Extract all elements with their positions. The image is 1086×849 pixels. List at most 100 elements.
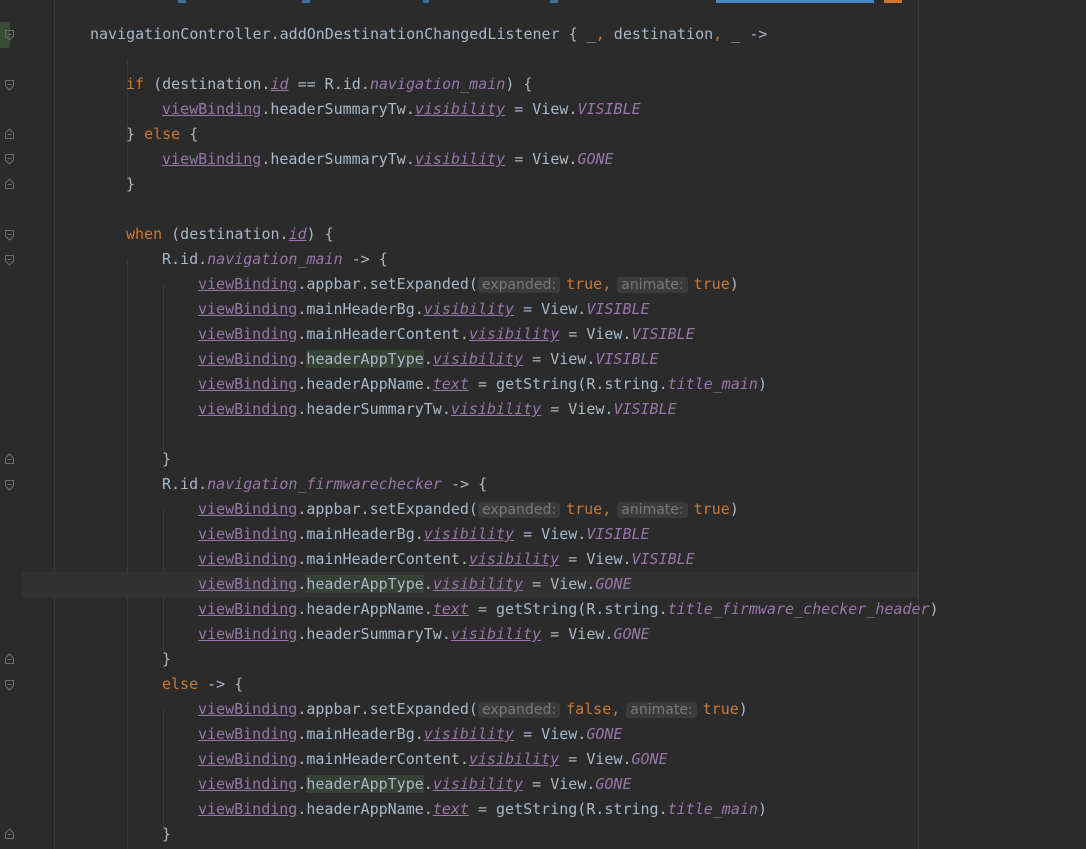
fold-open-icon[interactable] [5,30,14,41]
code-text: -> { [342,250,388,268]
code-line-10[interactable]: viewBinding.mainHeaderBg.visibility = Vi… [198,297,650,322]
code-property: visibility [432,350,524,368]
active-tab-indicator[interactable] [716,0,874,3]
code-line-17[interactable]: viewBinding.appbar.setExpanded(expanded:… [198,497,739,522]
code-variable: viewBinding [198,725,298,743]
code-text: -> { [441,475,488,493]
indent-guide [54,0,55,849]
fold-close-icon[interactable] [5,653,14,664]
parameter-hint: animate: [617,502,688,518]
code-constant: navigation_main [207,250,343,268]
code-text: .headerAppName. [297,800,433,818]
code-variable: viewBinding [198,500,298,518]
fold-close-icon[interactable] [5,828,14,839]
code-line-21[interactable]: viewBinding.headerAppName.text = getStri… [198,597,939,622]
code-line-24[interactable]: else -> { [162,672,243,697]
tab-indicator[interactable] [884,0,902,3]
tab-indicator[interactable] [423,0,429,3]
tab-indicator[interactable] [302,0,310,3]
code-property: visibility [432,575,524,593]
fold-open-icon[interactable] [5,154,14,165]
code-property: visibility [423,525,515,543]
code-text: .mainHeaderBg. [297,300,424,318]
code-text: = getString(R.string. [468,375,668,393]
code-punct: , [602,500,612,518]
code-text: } [162,650,172,668]
fold-close-icon[interactable] [5,453,14,464]
code-text: = View. [559,325,632,343]
fold-open-icon[interactable] [5,80,14,91]
fold-open-icon[interactable] [5,230,14,241]
fold-open-icon[interactable] [5,255,14,266]
code-text: ) [729,500,739,518]
code-text: = View. [541,400,614,418]
code-line-26[interactable]: viewBinding.mainHeaderBg.visibility = Vi… [198,722,622,747]
tab-indicator[interactable] [550,0,558,3]
code-property: text [432,600,469,618]
code-text: = getString(R.string. [468,800,668,818]
code-variable: viewBinding [198,550,298,568]
code-line-19[interactable]: viewBinding.mainHeaderContent.visibility… [198,547,695,572]
code-constant: VISIBLE [586,300,650,318]
search-highlight: headerAppType [306,575,424,593]
fold-close-icon[interactable] [5,128,14,139]
tab-indicator[interactable] [178,0,186,3]
code-constant: GONE [595,575,632,593]
code-line-27[interactable]: viewBinding.mainHeaderContent.visibility… [198,747,668,772]
code-literal: true [702,700,739,718]
code-line-30[interactable]: } [162,822,171,847]
code-constant: title_main [667,800,758,818]
code-variable: viewBinding [198,750,298,768]
code-line-15[interactable]: } [162,447,171,472]
search-highlight: headerAppType [306,775,424,793]
code-text: = View. [505,100,578,118]
code-text: .appbar.setExpanded( [297,275,478,293]
code-line-8[interactable]: R.id.navigation_main -> { [162,247,388,272]
code-line-5[interactable]: viewBinding.headerSummaryTw.visibility =… [162,147,614,172]
code-line-14[interactable]: viewBinding.headerSummaryTw.visibility =… [198,397,677,422]
code-line-3[interactable]: viewBinding.headerSummaryTw.visibility =… [162,97,641,122]
code-text: { [180,125,199,143]
code-line-13[interactable]: viewBinding.headerAppName.text = getStri… [198,372,767,397]
code-line-1[interactable]: navigationController.addOnDestinationCha… [90,22,767,47]
code-line-29[interactable]: viewBinding.headerAppName.text = getStri… [198,797,767,822]
code-line-16[interactable]: R.id.navigation_firmwarechecker -> { [162,472,487,497]
code-constant: GONE [586,725,623,743]
fold-open-icon[interactable] [5,680,14,691]
code-line-22[interactable]: viewBinding.headerSummaryTw.visibility =… [198,622,650,647]
code-property: visibility [468,550,560,568]
code-text: .appbar.setExpanded( [297,700,478,718]
code-line-28[interactable]: viewBinding.headerAppType.visibility = V… [198,772,632,797]
code-property: id [270,75,289,93]
fold-close-icon[interactable] [5,178,14,189]
code-property: visibility [423,725,515,743]
code-property: visibility [414,150,506,168]
code-text: = View. [559,750,632,768]
code-line-20[interactable]: viewBinding.headerAppType.visibility = V… [198,572,632,597]
code-text: _ -> [722,25,768,43]
code-line-11[interactable]: viewBinding.mainHeaderContent.visibility… [198,322,695,347]
code-text: .mainHeaderContent. [297,750,469,768]
code-variable: viewBinding [198,700,298,718]
code-constant: GONE [595,775,632,793]
code-text: = getString(R.string. [468,600,668,618]
code-line-6[interactable]: } [126,172,135,197]
code-line-25[interactable]: viewBinding.appbar.setExpanded(expanded:… [198,697,748,722]
code-line-18[interactable]: viewBinding.mainHeaderBg.visibility = Vi… [198,522,650,547]
code-line-12[interactable]: viewBinding.headerAppType.visibility = V… [198,347,659,372]
code-line-7[interactable]: when (destination.id) { [126,222,334,247]
indent-guide [163,285,164,453]
editor-tab-strip [0,0,1086,6]
code-line-2[interactable]: if (destination.id == R.id.navigation_ma… [126,72,532,97]
code-variable: viewBinding [198,600,298,618]
code-line-9[interactable]: viewBinding.appbar.setExpanded(expanded:… [198,272,739,297]
code-text: (destination. [144,75,271,93]
code-editor[interactable]: navigationController.addOnDestinationCha… [0,0,1086,849]
code-line-4[interactable]: } else { [126,122,198,147]
code-text: == R.id. [288,75,370,93]
code-line-23[interactable]: } [162,647,171,672]
code-variable: viewBinding [198,575,298,593]
code-text: = View. [523,775,596,793]
fold-open-icon[interactable] [5,480,14,491]
code-text: .mainHeaderBg. [297,525,424,543]
